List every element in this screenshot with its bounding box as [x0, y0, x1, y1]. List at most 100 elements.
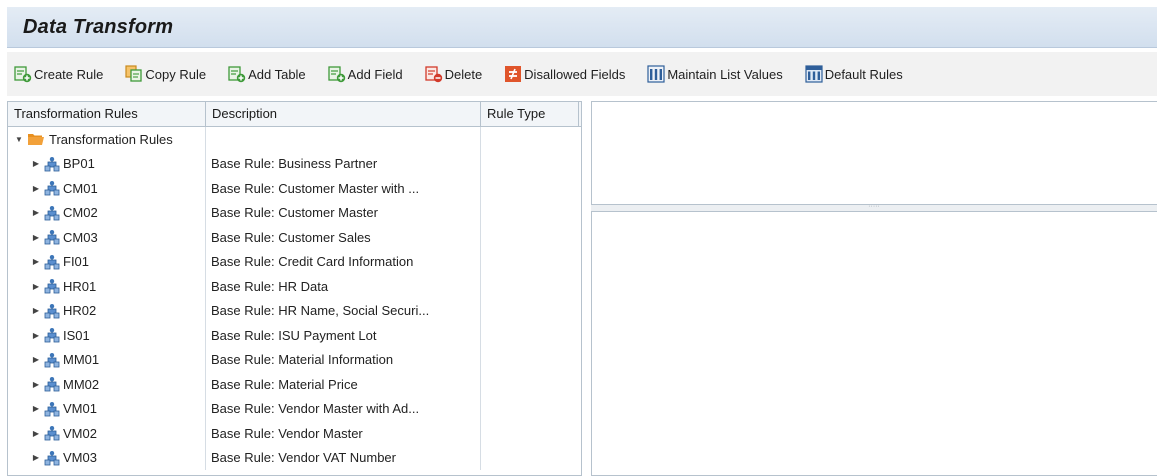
- rule-id: VM03: [63, 450, 97, 466]
- rule-description: Base Rule: Material Price: [211, 376, 358, 392]
- rule-description: Base Rule: Customer Master: [211, 205, 378, 221]
- document-add-icon: [14, 66, 32, 83]
- rule-node-icon: [44, 230, 60, 245]
- expand-arrow-icon[interactable]: ▶: [30, 257, 42, 266]
- expand-arrow-icon[interactable]: ▶: [30, 184, 42, 193]
- table-row[interactable]: ▶ IS01 Base Rule: ISU Payment Lot: [8, 323, 581, 348]
- rule-description: Base Rule: Credit Card Information: [211, 254, 414, 270]
- expand-arrow-icon[interactable]: ▶: [30, 380, 42, 389]
- rule-description: Base Rule: HR Data: [211, 278, 329, 294]
- copy-rule-button[interactable]: Copy Rule: [125, 61, 206, 87]
- add-table-button[interactable]: Add Table: [228, 61, 306, 87]
- rule-id: HR01: [63, 278, 97, 294]
- table-row[interactable]: ▶ MM01 Base Rule: Material Information: [8, 347, 581, 372]
- expand-arrow-icon[interactable]: ▶: [30, 282, 42, 291]
- default-rules-icon: [805, 65, 823, 83]
- rule-node-icon: [44, 303, 60, 319]
- add-field-label: Add Field: [347, 66, 403, 82]
- rule-description: Base Rule: Customer Sales: [211, 229, 371, 245]
- rule-node-icon: [44, 328, 60, 343]
- disallowed-fields-label: Disallowed Fields: [524, 66, 626, 82]
- add-table-label: Add Table: [248, 66, 306, 82]
- rule-description: Base Rule: Vendor Master: [211, 425, 363, 441]
- transformation-rules-tree: Transformation Rules Description Rule Ty…: [7, 101, 582, 476]
- rule-node-icon: [44, 377, 60, 392]
- rule-id: CM02: [63, 205, 98, 221]
- column-header-description[interactable]: Description: [206, 102, 481, 126]
- rule-id: CM03: [63, 229, 98, 245]
- create-rule-button[interactable]: Create Rule: [14, 61, 103, 87]
- folder-open-icon: [28, 134, 44, 146]
- table-add-icon: [228, 66, 246, 83]
- tree-body: ▼ Transformation Rules ▶ BP01 Base Rule: B…: [8, 127, 581, 470]
- rule-id: VM01: [63, 401, 97, 417]
- rule-node-icon: [44, 450, 60, 466]
- copy-icon: [125, 65, 143, 82]
- default-rules-label: Default Rules: [824, 66, 903, 82]
- rule-node-icon: [44, 156, 60, 172]
- table-row[interactable]: ▶ BP01 Base Rule: Business Partner: [8, 151, 581, 176]
- title-bar: Data Transform: [7, 7, 1157, 48]
- rule-id: BP01: [63, 156, 95, 172]
- rule-description: Base Rule: Vendor VAT Number: [211, 450, 396, 466]
- expand-arrow-icon[interactable]: ▶: [30, 429, 42, 438]
- expand-arrow-icon[interactable]: ▶: [30, 331, 42, 340]
- tree-root-row[interactable]: ▼ Transformation Rules: [8, 127, 581, 152]
- table-row[interactable]: ▶ VM02 Base Rule: Vendor Master: [8, 421, 581, 446]
- rule-node-icon: [44, 279, 60, 294]
- table-row[interactable]: ▶ HR01 Base Rule: HR Data: [8, 274, 581, 299]
- expand-arrow-icon[interactable]: ▼: [13, 135, 25, 144]
- table-row[interactable]: ▶ VM01 Base Rule: Vendor Master with Ad...: [8, 396, 581, 421]
- rule-id: VM02: [63, 425, 97, 441]
- table-row[interactable]: ▶ CM01 Base Rule: Customer Master with ...: [8, 176, 581, 201]
- expand-arrow-icon[interactable]: ▶: [30, 355, 42, 364]
- rule-id: CM01: [63, 180, 98, 196]
- maintain-list-values-label: Maintain List Values: [667, 66, 783, 82]
- expand-arrow-icon[interactable]: ▶: [30, 306, 42, 315]
- rule-id: HR02: [63, 303, 97, 319]
- table-row[interactable]: ▶ MM02 Base Rule: Material Price: [8, 372, 581, 397]
- expand-arrow-icon[interactable]: ▶: [30, 233, 42, 242]
- expand-arrow-icon[interactable]: ▶: [30, 208, 42, 217]
- rule-node-icon: [44, 426, 60, 441]
- column-header-transformation-rules[interactable]: Transformation Rules: [8, 102, 206, 126]
- delete-button[interactable]: Delete: [424, 61, 483, 87]
- default-rules-button[interactable]: Default Rules: [805, 61, 903, 87]
- rule-description: Base Rule: ISU Payment Lot: [211, 327, 377, 343]
- rule-description: Base Rule: HR Name, Social Securi...: [211, 303, 430, 319]
- rule-id: IS01: [63, 327, 90, 343]
- table-row[interactable]: ▶ CM02 Base Rule: Customer Master: [8, 200, 581, 225]
- rule-description: Base Rule: Material Information: [211, 352, 394, 368]
- not-equal-icon: [505, 66, 522, 82]
- page-title: Data Transform: [23, 16, 174, 38]
- detail-panel-top: [591, 101, 1157, 205]
- rule-node-icon: [44, 352, 60, 368]
- tree-root-label: Transformation Rules: [49, 131, 173, 147]
- field-add-icon: [328, 66, 345, 83]
- table-row[interactable]: ▶ VM03 Base Rule: Vendor VAT Number: [8, 445, 581, 470]
- delete-label: Delete: [444, 66, 483, 82]
- detail-panel-bottom: [591, 211, 1157, 476]
- rule-id: MM02: [63, 376, 100, 392]
- column-header-rule-type[interactable]: Rule Type: [481, 102, 579, 126]
- create-rule-label: Create Rule: [34, 66, 104, 82]
- table-row[interactable]: ▶ CM03 Base Rule: Customer Sales: [8, 225, 581, 250]
- add-field-button[interactable]: Add Field: [328, 61, 403, 87]
- expand-arrow-icon[interactable]: ▶: [30, 453, 42, 462]
- grid-header: Transformation Rules Description Rule Ty…: [8, 102, 581, 127]
- list-values-icon: [647, 65, 665, 83]
- toolbar: Create Rule Copy Rule Add Table Add Fiel…: [7, 52, 1157, 96]
- rule-description: Base Rule: Vendor Master with Ad...: [211, 401, 420, 417]
- expand-arrow-icon[interactable]: ▶: [30, 404, 42, 413]
- copy-rule-label: Copy Rule: [145, 66, 207, 82]
- rule-node-icon: [44, 181, 60, 196]
- rule-node-icon: [44, 205, 60, 221]
- table-row[interactable]: ▶ FI01 Base Rule: Credit Card Information: [8, 249, 581, 274]
- disallowed-fields-button[interactable]: Disallowed Fields: [504, 61, 625, 87]
- rule-node-icon: [44, 254, 60, 270]
- table-row[interactable]: ▶ HR02 Base Rule: HR Name, Social Securi..…: [8, 298, 581, 323]
- rule-id: MM01: [63, 352, 100, 368]
- rule-node-icon: [44, 401, 60, 417]
- expand-arrow-icon[interactable]: ▶: [30, 159, 42, 168]
- maintain-list-values-button[interactable]: Maintain List Values: [647, 61, 783, 87]
